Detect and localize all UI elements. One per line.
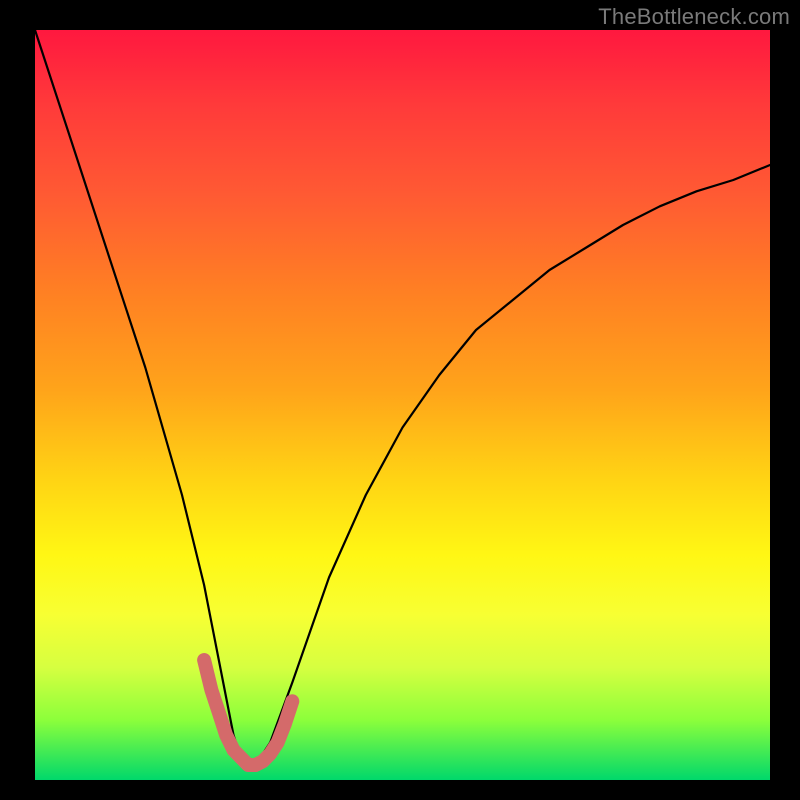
chart-frame: TheBottleneck.com <box>0 0 800 800</box>
watermark-text: TheBottleneck.com <box>598 4 790 30</box>
highlight-band-line <box>204 660 292 765</box>
curve-layer <box>35 30 770 780</box>
plot-area <box>35 30 770 780</box>
bottleneck-curve-line <box>35 30 770 765</box>
